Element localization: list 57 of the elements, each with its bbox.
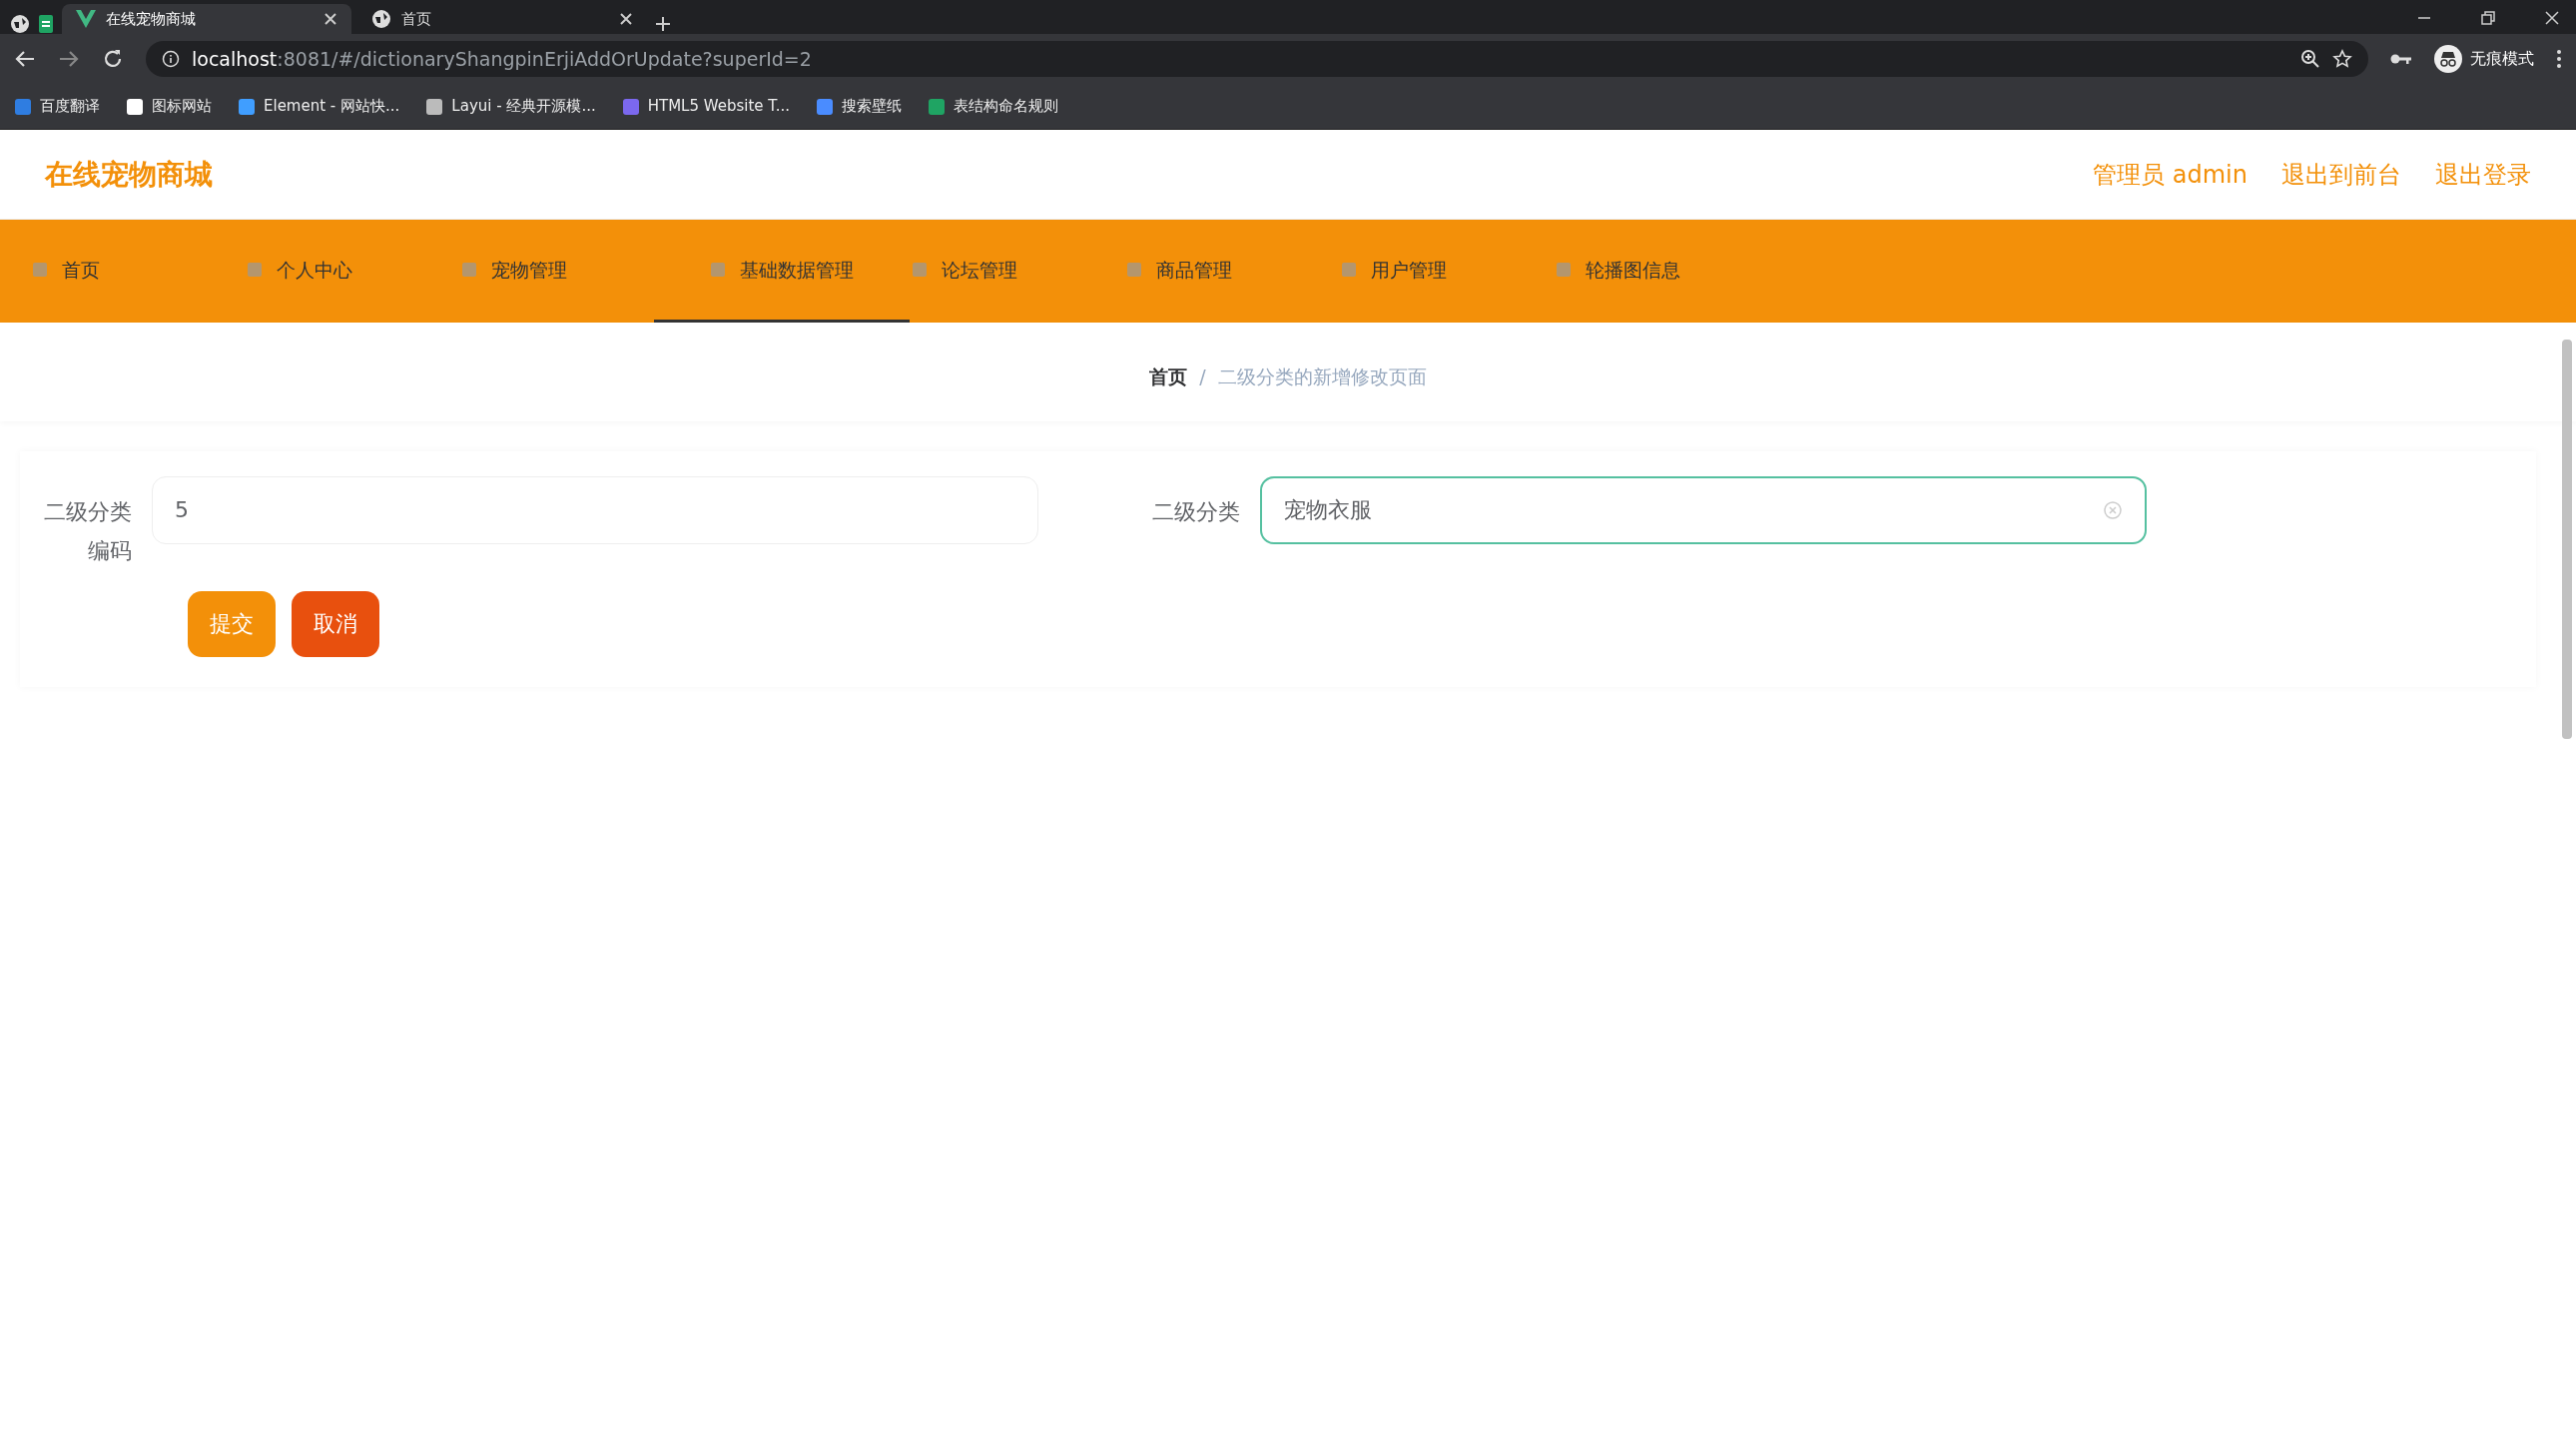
- breadcrumb-link[interactable]: 首页: [1149, 362, 1188, 391]
- site-logo: 在线宠物商城: [45, 156, 213, 193]
- bookmark-icon: [425, 97, 444, 116]
- bookmark-link[interactable]: Element - 网站快...: [238, 95, 400, 118]
- sheet-icon[interactable]: [36, 14, 56, 34]
- nav-tab[interactable]: 基础数据管理: [654, 220, 910, 323]
- globe-icon: [371, 9, 391, 29]
- bookmark-link[interactable]: Layui - 经典开源模...: [425, 95, 596, 118]
- incognito-icon[interactable]: [2434, 45, 2462, 73]
- bookmark-link[interactable]: 图标网站: [126, 95, 212, 118]
- bookmark-icon: [126, 97, 144, 116]
- profile-label[interactable]: 无痕模式: [2470, 47, 2534, 71]
- nav-tab[interactable]: 轮播图信息: [1544, 220, 1758, 323]
- bookmark-icon: [621, 97, 640, 116]
- scrollbar[interactable]: [2562, 340, 2572, 739]
- browser-tab[interactable]: 首页: [357, 4, 647, 34]
- nav-tab[interactable]: 个人中心: [235, 220, 449, 323]
- square-icon: [1341, 262, 1357, 278]
- nav-tab[interactable]: 首页: [20, 220, 235, 323]
- close-icon[interactable]: [323, 12, 337, 26]
- info-icon: [162, 50, 180, 68]
- square-icon: [247, 262, 263, 278]
- zoom-icon[interactable]: [2300, 49, 2320, 69]
- globe-icon[interactable]: [10, 14, 30, 34]
- plus-icon[interactable]: [653, 14, 673, 34]
- square-icon: [32, 262, 48, 278]
- breadcrumb-current: 二级分类的新增修改页面: [1217, 364, 1427, 389]
- square-icon: [710, 262, 726, 278]
- browser-tab[interactable]: 在线宠物商城: [62, 4, 351, 34]
- bookmark-link[interactable]: HTML5 Website T...: [621, 95, 791, 118]
- bookmark-icon: [14, 97, 32, 116]
- input-field[interactable]: 5: [152, 475, 1038, 544]
- bookmark-icon: [928, 97, 947, 116]
- nav-tab[interactable]: 用户管理: [1329, 220, 1544, 323]
- field-label: 二级分类: [1151, 497, 1241, 526]
- restore-icon[interactable]: [2480, 10, 2496, 26]
- bookmark-link[interactable]: 表结构命名规则: [928, 95, 1059, 118]
- nav-tab[interactable]: 商品管理: [1114, 220, 1329, 323]
- square-icon: [1556, 262, 1572, 278]
- bookmark-icon: [816, 97, 835, 116]
- bookmark-link[interactable]: 搜索壁纸: [816, 95, 903, 118]
- star-icon[interactable]: [2332, 49, 2352, 69]
- v-logo-icon: [76, 10, 96, 28]
- bookmark-link[interactable]: 百度翻译: [14, 95, 100, 118]
- field-label: 二级分类编码: [43, 497, 133, 566]
- bookmark-icon: [238, 97, 256, 116]
- reload-icon[interactable]: [102, 48, 124, 70]
- breadcrumb-separator: /: [1199, 364, 1206, 389]
- input-field[interactable]: 宠物衣服: [1260, 475, 2147, 544]
- close-icon[interactable]: [2544, 10, 2560, 26]
- square-icon: [1126, 262, 1142, 278]
- square-icon: [461, 262, 477, 278]
- square-icon: [912, 262, 928, 278]
- close-icon[interactable]: [619, 12, 633, 26]
- key-icon[interactable]: [2390, 52, 2412, 66]
- more-icon[interactable]: [2556, 49, 2562, 69]
- cancel-button[interactable]: 取消: [292, 590, 379, 657]
